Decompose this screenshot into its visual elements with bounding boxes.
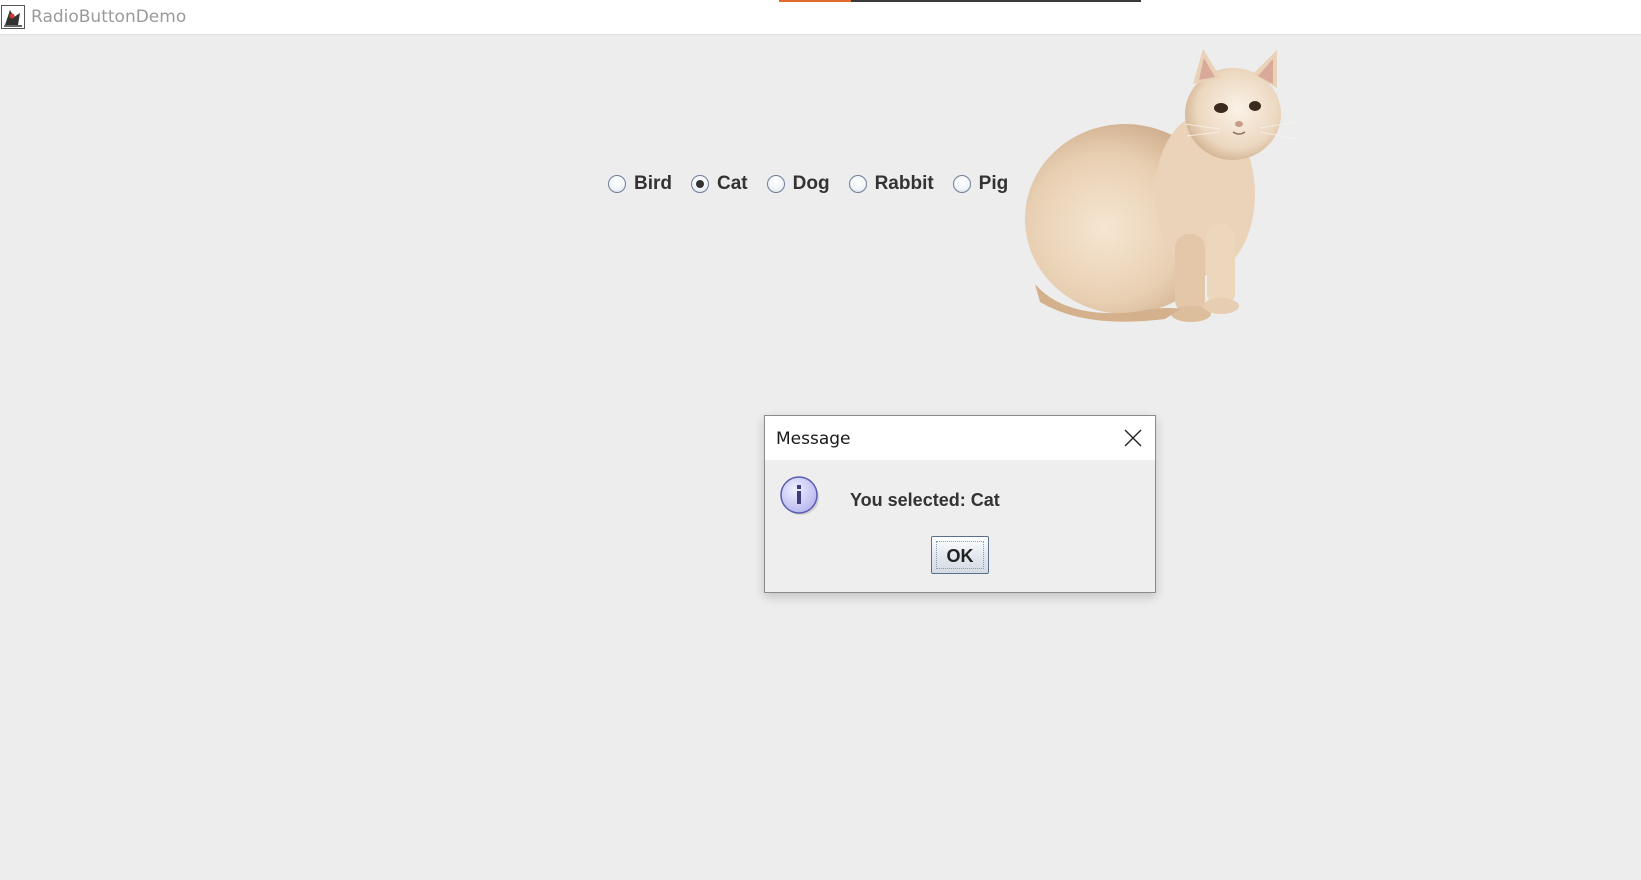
radio-rabbit[interactable]: Rabbit — [848, 173, 934, 195]
radio-button-circle[interactable] — [766, 175, 785, 193]
radio-button-circle[interactable] — [848, 175, 867, 193]
information-icon — [780, 476, 819, 515]
radio-button-circle[interactable] — [691, 175, 709, 193]
java-duke-icon — [1, 5, 25, 29]
dialog-title: Message — [776, 429, 851, 449]
radio-button-circle[interactable] — [952, 175, 971, 193]
dialog-title-bar: Message — [765, 416, 1155, 460]
progress-indicator-fill — [779, 0, 852, 2]
radio-rabbit-label: Rabbit — [874, 173, 934, 194]
animal-radio-group: Bird Cat Dog Rabbit Pig — [608, 170, 1027, 198]
close-icon[interactable] — [1123, 428, 1143, 448]
radio-button-circle[interactable] — [608, 175, 626, 193]
window-title: RadioButtonDemo — [31, 7, 187, 27]
dialog-message: You selected: Cat — [850, 490, 1000, 510]
radio-cat-label: Cat — [717, 173, 748, 194]
ok-button-label: OK — [946, 545, 974, 566]
title-bar: RadioButtonDemo — [0, 0, 1641, 35]
radio-pig[interactable]: Pig — [952, 173, 1009, 195]
radio-dog[interactable]: Dog — [766, 173, 830, 195]
progress-indicator — [779, 0, 1141, 2]
ok-button[interactable]: OK — [931, 536, 989, 574]
cat-image — [1025, 49, 1298, 322]
radio-pig-label: Pig — [978, 173, 1009, 194]
radio-dog-label: Dog — [792, 173, 830, 194]
radio-bird-label: Bird — [634, 173, 672, 194]
radio-bird[interactable]: Bird — [608, 173, 672, 195]
message-dialog: Message You selected: Cat OK — [764, 415, 1156, 593]
radio-cat[interactable]: Cat — [691, 173, 748, 195]
